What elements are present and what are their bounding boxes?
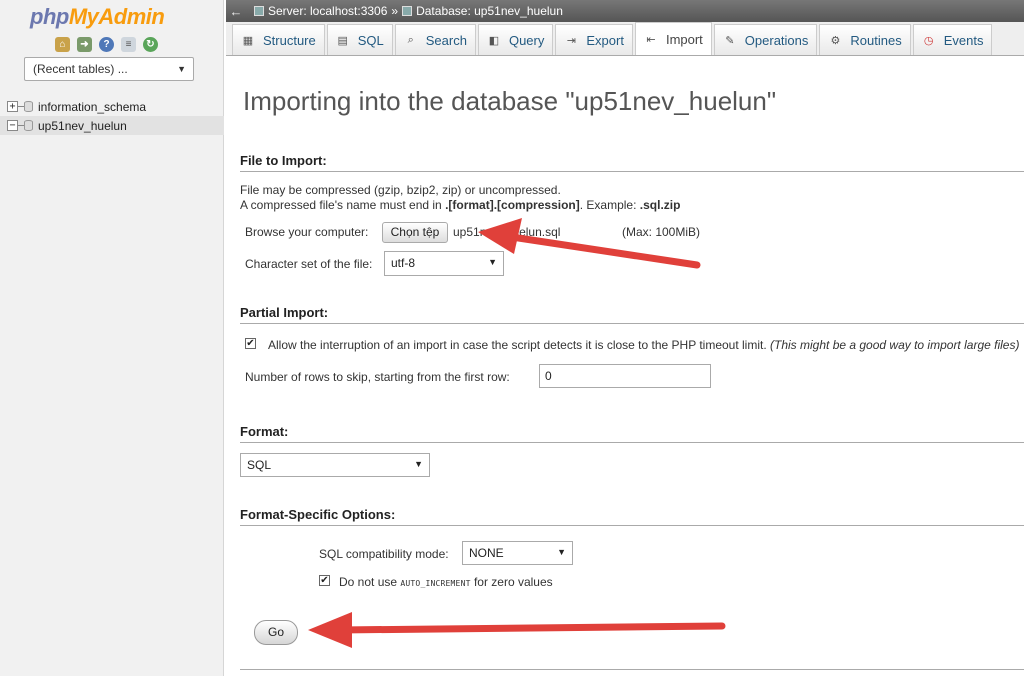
tab-query[interactable]: ◧ Query: [477, 24, 554, 55]
clock-icon: ◷: [923, 34, 934, 47]
breadcrumb-server[interactable]: Server: localhost:3306: [254, 4, 387, 18]
divider: [240, 669, 1024, 670]
skip-rows-input[interactable]: 0: [539, 364, 711, 388]
tab-operations[interactable]: ✎ Operations: [713, 24, 818, 55]
page-title: Importing into the database "up51nev_hue…: [243, 86, 777, 116]
tab-routines[interactable]: ⚙ Routines: [819, 24, 911, 55]
allow-interrupt-checkbox[interactable]: ✔: [245, 338, 256, 349]
tab-bar: ▦ Structure ▤ SQL ⌕ Search ◧ Query ⇥ Export ⇤…: [226, 22, 1024, 56]
query-icon: ◧: [488, 34, 500, 47]
recent-tables-select[interactable]: (Recent tables) ... ▼: [24, 57, 194, 81]
format-heading: Format:: [240, 424, 1024, 443]
db-item-information-schema[interactable]: + information_schema: [0, 97, 224, 116]
tab-search[interactable]: ⌕ Search: [394, 24, 476, 55]
tab-structure[interactable]: ▦ Structure: [232, 24, 325, 55]
tab-sql[interactable]: ▤ SQL: [326, 24, 393, 55]
database-icon: [402, 6, 413, 16]
collapse-icon[interactable]: −: [7, 120, 18, 131]
home-icon[interactable]: ⌂: [55, 37, 70, 52]
db-item-up51nev-huelun[interactable]: − up51nev_huelun: [0, 116, 224, 135]
wrench-icon: ✎: [725, 34, 735, 47]
charset-label: Character set of the file:: [245, 257, 373, 271]
db-name[interactable]: information_schema: [38, 100, 146, 114]
browse-label: Browse your computer:: [245, 225, 369, 239]
reload-icon[interactable]: ↻: [143, 37, 158, 52]
navigation-panel: phpMyAdmin ⌂ ➜ ? ≡ ↻ (Recent tables) ...…: [0, 0, 224, 676]
main-content: Importing into the database "up51nev_hue…: [226, 57, 1024, 676]
tab-events[interactable]: ◷ Events: [912, 24, 993, 55]
search-icon: ⌕: [407, 33, 414, 46]
no-autoincrement-checkbox[interactable]: ✔: [319, 575, 330, 586]
phpmyadmin-logo[interactable]: phpMyAdmin: [30, 4, 165, 30]
import-icon: ⇤: [646, 33, 656, 46]
compressed-name-note: A compressed file's name must end in .[f…: [240, 198, 681, 212]
charset-select[interactable]: utf-8 ▼: [384, 251, 504, 276]
back-arrow-icon[interactable]: ←: [226, 4, 246, 19]
sql-icon: ▤: [337, 34, 348, 47]
skip-rows-label: Number of rows to skip, starting from th…: [245, 370, 510, 384]
database-icon: [24, 101, 33, 112]
server-icon: [254, 6, 264, 16]
expand-icon[interactable]: +: [7, 101, 18, 112]
tab-import[interactable]: ⇤ Import: [634, 22, 712, 55]
selected-file-name: up51nev_huelun.sql: [453, 225, 561, 239]
docs-icon[interactable]: ≡: [121, 37, 136, 52]
file-to-import-heading: File to Import:: [240, 153, 1024, 172]
database-icon: [24, 120, 33, 131]
compat-mode-select[interactable]: NONE ▼: [462, 541, 573, 565]
chevron-down-icon: ▼: [414, 459, 423, 469]
compression-note: File may be compressed (gzip, bzip2, zip…: [240, 183, 561, 197]
format-select[interactable]: SQL ▼: [240, 453, 430, 477]
routines-icon: ⚙: [830, 34, 841, 47]
partial-import-heading: Partial Import:: [240, 305, 1024, 324]
format-options-heading: Format-Specific Options:: [240, 507, 1024, 526]
export-icon: ⇥: [566, 34, 576, 47]
compat-mode-label: SQL compatibility mode:: [319, 547, 449, 561]
db-name[interactable]: up51nev_huelun: [38, 119, 127, 133]
choose-file-button[interactable]: Chọn tệp: [382, 222, 448, 243]
allow-interrupt-label: Allow the interruption of an import in c…: [268, 338, 1020, 352]
max-size: (Max: 100MiB): [622, 225, 701, 239]
breadcrumb: ← Server: localhost:3306 » Database: up5…: [226, 0, 1024, 22]
logout-icon[interactable]: ➜: [77, 37, 92, 52]
help-icon[interactable]: ?: [99, 37, 114, 52]
no-autoincrement-label: Do not use AUTO_INCREMENT for zero value…: [339, 575, 553, 589]
go-button[interactable]: Go: [254, 620, 298, 645]
tab-export[interactable]: ⇥ Export: [555, 24, 633, 55]
chevron-down-icon: ▼: [557, 547, 566, 557]
chevron-down-icon: ▼: [177, 64, 186, 74]
structure-icon: ▦: [242, 34, 254, 47]
breadcrumb-database[interactable]: Database: up51nev_huelun: [402, 4, 563, 18]
chevron-down-icon: ▼: [488, 257, 497, 267]
quick-icons: ⌂ ➜ ? ≡ ↻: [55, 37, 158, 52]
